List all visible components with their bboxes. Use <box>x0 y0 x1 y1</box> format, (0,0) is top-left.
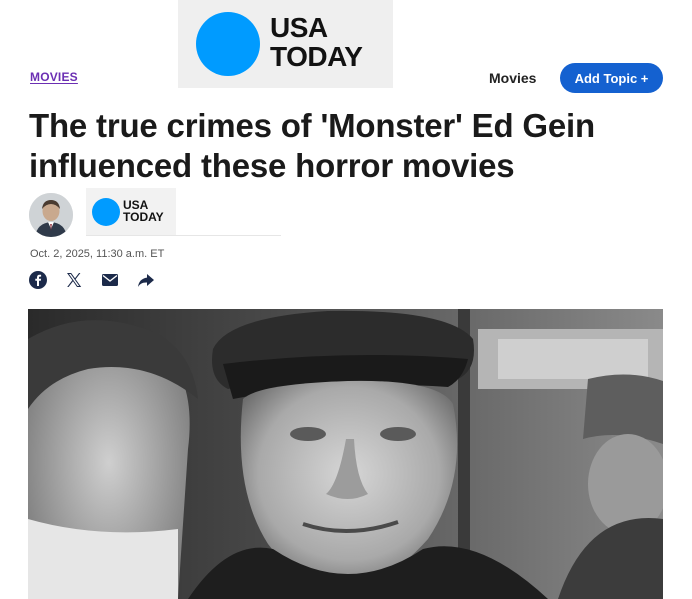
usa-today-logo-circle <box>196 12 260 76</box>
byline-divider <box>86 235 281 236</box>
publish-date: Oct. 2, 2025, 11:30 a.m. ET <box>30 248 165 260</box>
topic-label[interactable]: Movies <box>489 70 536 86</box>
usa-today-masthead-logo[interactable]: USA TODAY <box>178 0 393 88</box>
share-arrow-icon[interactable] <box>136 270 156 290</box>
facebook-icon[interactable] <box>28 270 48 290</box>
article-headline: The true crimes of 'Monster' Ed Gein inf… <box>29 107 595 184</box>
article-hero-photo[interactable] <box>28 309 663 599</box>
masthead-line-1: USA <box>270 12 328 43</box>
publisher-logo[interactable]: USA TODAY <box>86 188 176 236</box>
share-bar <box>28 269 156 291</box>
author-avatar-image <box>29 193 73 237</box>
publisher-line-2: TODAY <box>123 210 164 224</box>
add-topic-button[interactable]: Add Topic + <box>560 63 663 93</box>
x-icon[interactable] <box>64 270 84 290</box>
section-link[interactable]: MOVIES <box>30 70 78 84</box>
publisher-logo-circle <box>92 198 120 226</box>
masthead-line-2: TODAY <box>270 41 363 72</box>
hero-photo-image <box>28 309 663 599</box>
email-icon[interactable] <box>100 270 120 290</box>
author-avatar[interactable] <box>29 193 73 237</box>
